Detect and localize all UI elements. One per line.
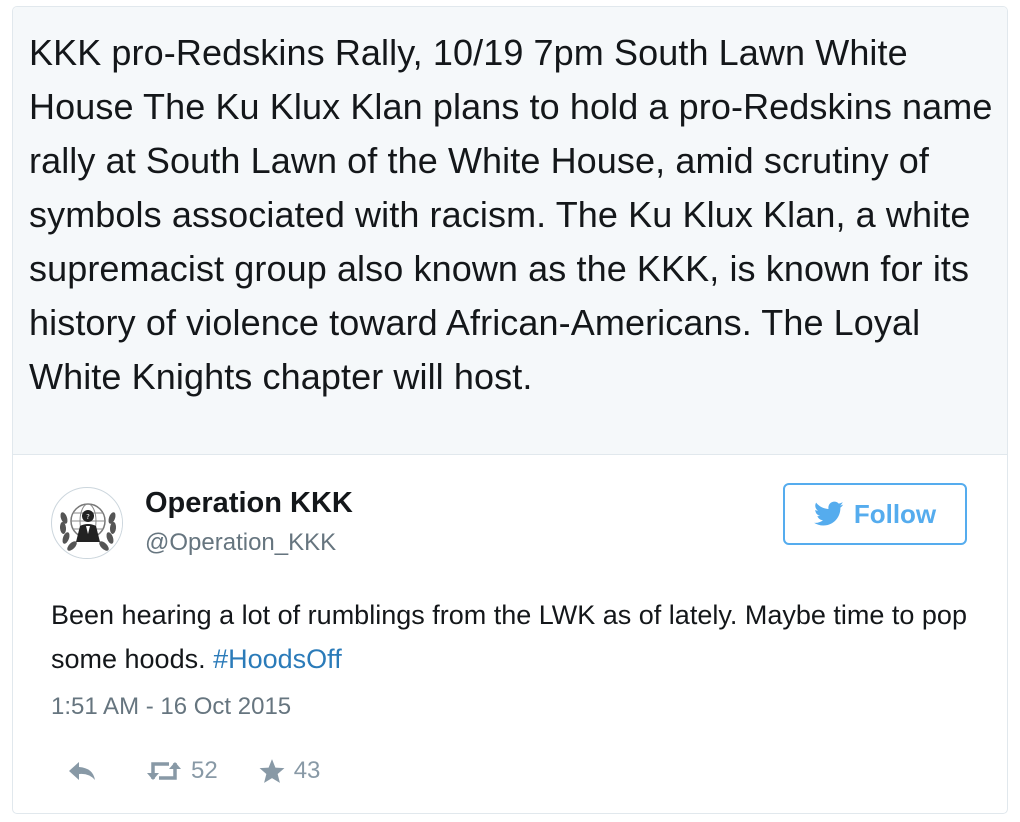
embedded-tweet: ? Operation KKK @Operation_KKK Follow Be…: [13, 455, 1007, 791]
retweet-count: 52: [191, 757, 218, 784]
tweet-timestamp[interactable]: 1:51 AM - 16 Oct 2015: [51, 691, 967, 723]
tweet-card: KKK pro-Redskins Rally, 10/19 7pm South …: [12, 6, 1008, 814]
follow-button[interactable]: Follow: [783, 483, 967, 545]
bird-icon: [813, 501, 844, 526]
anonymous-logo-icon: ?: [53, 489, 122, 558]
tweet-actions: 52 43: [51, 751, 967, 791]
display-name[interactable]: Operation KKK: [145, 485, 353, 521]
favorite-button[interactable]: 43: [258, 757, 321, 785]
quoted-text: KKK pro-Redskins Rally, 10/19 7pm South …: [29, 32, 993, 397]
user-identity: Operation KKK @Operation_KKK: [145, 485, 353, 561]
favorite-count: 43: [293, 757, 321, 784]
retweet-button[interactable]: 52: [145, 757, 218, 785]
retweet-icon: [147, 762, 181, 780]
tweet-body: Been hearing a lot of rumblings from the…: [51, 600, 967, 674]
tweet-text: Been hearing a lot of rumblings from the…: [51, 593, 967, 681]
avatar[interactable]: ?: [51, 487, 123, 559]
hashtag-link[interactable]: #HoodsOff: [213, 644, 342, 674]
star-icon: [259, 759, 285, 783]
svg-text:?: ?: [86, 513, 90, 521]
reply-icon: [69, 762, 95, 780]
reply-button[interactable]: [67, 760, 97, 782]
user-handle[interactable]: @Operation_KKK: [145, 525, 353, 561]
follow-label: Follow: [853, 498, 937, 529]
quoted-text-panel: KKK pro-Redskins Rally, 10/19 7pm South …: [13, 7, 1007, 455]
tweet-header: ? Operation KKK @Operation_KKK Follow: [51, 483, 967, 565]
